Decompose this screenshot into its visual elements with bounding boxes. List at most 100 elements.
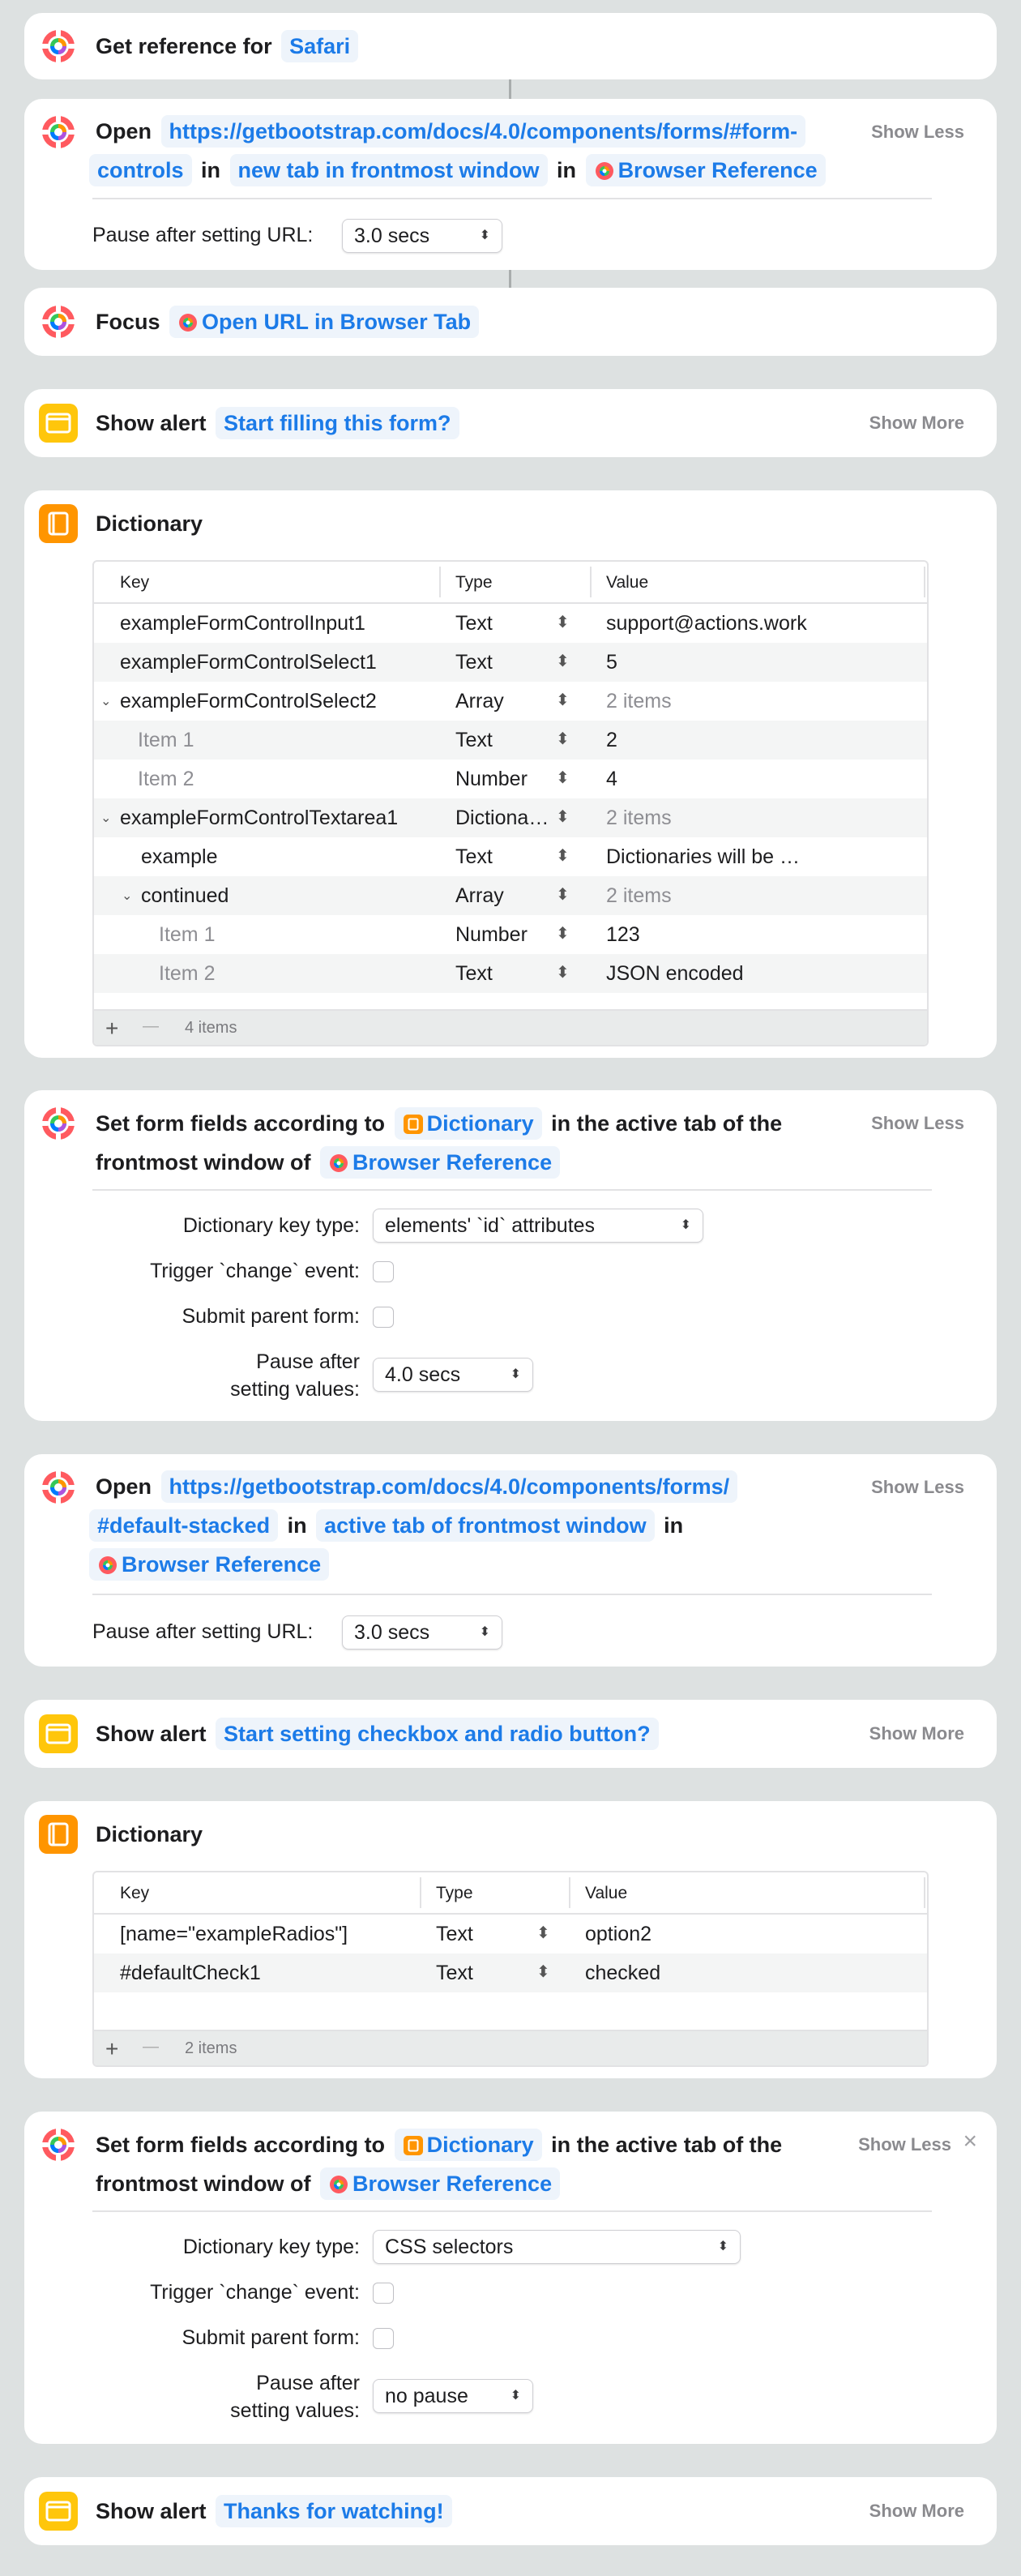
table-row[interactable]: ⌄ continued Array ⬍ 2 items [94, 876, 927, 915]
row-key[interactable]: example [141, 845, 218, 869]
action-show-alert[interactable]: Show alert Thanks for watching! Show Mor… [24, 2477, 997, 2545]
row-type[interactable]: Dictiona… [455, 807, 549, 830]
table-row[interactable]: exampleFormControlSelect1 Text ⬍ 5 [94, 643, 927, 682]
remove-row-button[interactable]: — [143, 2038, 159, 2056]
row-type[interactable]: Number [455, 923, 528, 947]
table-row[interactable]: ⌄ exampleFormControlSelect2 Array ⬍ 2 it… [94, 682, 927, 721]
pause-popup[interactable]: 4.0 secs ⬍ [373, 1358, 533, 1392]
key-type-popup[interactable]: elements' `id` attributes ⬍ [373, 1209, 703, 1243]
trigger-change-checkbox[interactable] [373, 2283, 394, 2304]
up-down-chevron-icon[interactable]: ⬍ [556, 729, 570, 749]
row-key[interactable]: exampleFormControlTextarea1 [120, 807, 398, 830]
tab-token[interactable]: new tab in frontmost window [229, 154, 548, 186]
show-more-button[interactable]: Show More [869, 413, 964, 434]
row-type[interactable]: Number [455, 768, 528, 791]
show-less-button[interactable]: Show Less [871, 1477, 964, 1498]
up-down-chevron-icon[interactable]: ⬍ [556, 612, 570, 632]
row-type[interactable]: Text [455, 612, 493, 635]
url-token-continued[interactable]: #default-stacked [89, 1509, 279, 1542]
pause-popup[interactable]: 3.0 secs ⬍ [342, 219, 502, 253]
row-value[interactable]: 2 [606, 729, 617, 752]
trigger-change-checkbox[interactable] [373, 1261, 394, 1282]
up-down-chevron-icon[interactable]: ⬍ [556, 690, 570, 710]
up-down-chevron-icon[interactable]: ⬍ [556, 962, 570, 982]
row-key[interactable]: exampleFormControlSelect1 [120, 651, 377, 674]
table-row[interactable]: Item 2 Text ⬍ JSON encoded [94, 954, 927, 993]
action-dictionary[interactable]: Dictionary Key Type Value [name="example… [24, 1801, 997, 2078]
alert-message-token[interactable]: Start setting checkbox and radio button? [216, 1718, 659, 1750]
tab-token[interactable]: active tab of frontmost window [316, 1509, 655, 1542]
table-row[interactable]: [name="exampleRadios"] Text ⬍ option2 [94, 1915, 927, 1953]
up-down-chevron-icon[interactable]: ⬍ [536, 1923, 550, 1943]
up-down-chevron-icon[interactable]: ⬍ [556, 923, 570, 944]
table-row[interactable]: example Text ⬍ Dictionaries will be … [94, 837, 927, 876]
show-more-button[interactable]: Show More [869, 1723, 964, 1744]
table-row[interactable]: Item 1 Number ⬍ 123 [94, 915, 927, 954]
row-value[interactable]: 123 [606, 923, 640, 947]
row-value[interactable]: Dictionaries will be … [606, 845, 800, 869]
pause-popup[interactable]: 3.0 secs ⬍ [342, 1615, 502, 1650]
dictionary-table[interactable]: Key Type Value exampleFormControlInput1 … [92, 560, 929, 1046]
row-type[interactable]: Text [436, 1962, 473, 1985]
table-row[interactable]: #defaultCheck1 Text ⬍ checked [94, 1953, 927, 1992]
browser-token[interactable]: Browser Reference [585, 154, 826, 186]
row-value[interactable]: option2 [585, 1923, 651, 1946]
add-row-button[interactable]: + [105, 1016, 118, 1042]
row-value[interactable]: checked [585, 1962, 660, 1985]
url-token[interactable]: https://getbootstrap.com/docs/4.0/compon… [160, 1470, 738, 1503]
submit-form-checkbox[interactable] [373, 2328, 394, 2349]
url-token[interactable]: https://getbootstrap.com/docs/4.0/compon… [160, 115, 806, 148]
row-type[interactable]: Text [455, 962, 493, 986]
up-down-chevron-icon[interactable]: ⬍ [556, 807, 570, 827]
alert-message-token[interactable]: Start filling this form? [216, 407, 459, 439]
action-get-reference[interactable]: Get reference for Safari [24, 13, 997, 79]
key-type-popup[interactable]: CSS selectors ⬍ [373, 2230, 741, 2264]
browser-token[interactable]: Browser Reference [319, 2167, 561, 2200]
row-value[interactable]: JSON encoded [606, 962, 744, 986]
up-down-chevron-icon[interactable]: ⬍ [556, 651, 570, 671]
submit-form-checkbox[interactable] [373, 1307, 394, 1328]
row-type[interactable]: Array [455, 690, 504, 713]
disclosure-chevron-icon[interactable]: ⌄ [122, 888, 132, 904]
disclosure-chevron-icon[interactable]: ⌄ [100, 693, 111, 709]
row-key[interactable]: continued [141, 884, 229, 908]
dictionary-token[interactable]: Dictionary [394, 2129, 542, 2161]
show-less-button[interactable]: Show Less [871, 1113, 964, 1134]
action-dictionary[interactable]: Dictionary Key Type Value exampleFormCon… [24, 490, 997, 1058]
show-less-button[interactable]: Show Less [871, 122, 964, 143]
up-down-chevron-icon[interactable]: ⬍ [556, 845, 570, 866]
dictionary-token[interactable]: Dictionary [394, 1107, 542, 1140]
action-set-form-fields[interactable]: Set form fields according to Dictionary … [24, 2112, 997, 2444]
browser-token[interactable]: Browser Reference [89, 1548, 330, 1581]
remove-row-button[interactable]: — [143, 1017, 159, 1036]
row-type[interactable]: Array [455, 884, 504, 908]
row-key[interactable]: #defaultCheck1 [120, 1962, 261, 1985]
focus-target-token[interactable]: Open URL in Browser Tab [169, 306, 480, 338]
disclosure-chevron-icon[interactable]: ⌄ [100, 810, 111, 826]
app-token[interactable]: Safari [281, 30, 359, 62]
row-value[interactable]: support@actions.work [606, 612, 807, 635]
row-type[interactable]: Text [455, 651, 493, 674]
table-row[interactable]: Item 2 Number ⬍ 4 [94, 760, 927, 798]
row-key[interactable]: exampleFormControlSelect2 [120, 690, 377, 713]
row-type[interactable]: Text [436, 1923, 473, 1946]
close-icon[interactable]: × [963, 2128, 977, 2155]
dictionary-table[interactable]: Key Type Value [name="exampleRadios"] Te… [92, 1871, 929, 2067]
url-token-continued[interactable]: controls [89, 154, 192, 186]
browser-token[interactable]: Browser Reference [319, 1146, 561, 1179]
action-set-form-fields[interactable]: Set form fields according to Dictionary … [24, 1090, 997, 1421]
up-down-chevron-icon[interactable]: ⬍ [556, 768, 570, 788]
action-focus[interactable]: Focus Open URL in Browser Tab [24, 288, 997, 356]
action-open-url[interactable]: Open https://getbootstrap.com/docs/4.0/c… [24, 1454, 997, 1667]
action-show-alert[interactable]: Show alert Start filling this form? Show… [24, 389, 997, 457]
row-type[interactable]: Text [455, 845, 493, 869]
pause-popup[interactable]: no pause ⬍ [373, 2379, 533, 2413]
row-value[interactable]: 5 [606, 651, 617, 674]
add-row-button[interactable]: + [105, 2036, 118, 2062]
action-show-alert[interactable]: Show alert Start setting checkbox and ra… [24, 1700, 997, 1768]
row-key[interactable]: exampleFormControlInput1 [120, 612, 365, 635]
up-down-chevron-icon[interactable]: ⬍ [556, 884, 570, 905]
table-row[interactable]: Item 1 Text ⬍ 2 [94, 721, 927, 760]
show-less-button[interactable]: Show Less [858, 2134, 951, 2155]
table-row[interactable]: exampleFormControlInput1 Text ⬍ support@… [94, 604, 927, 643]
